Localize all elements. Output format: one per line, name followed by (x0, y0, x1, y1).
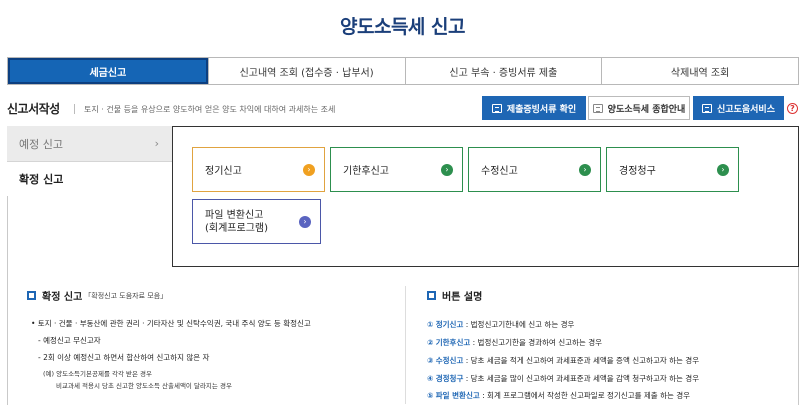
arrow-right-icon: › (717, 164, 729, 176)
chevron-right-icon: › (154, 137, 159, 150)
main-tabs: 세금신고 신고내역 조회 (접수증 · 납부서) 신고 부속 · 증빙서류 제출… (7, 57, 799, 85)
desc-num: ③ (427, 356, 434, 365)
help-materials-link[interactable]: 「확정신고 도움자료 모음」 (84, 291, 167, 301)
desc-text: : 당초 세금을 많이 신고하여 과세표준과 세액을 감액 청구하고자 하는 경… (463, 374, 700, 383)
bullet-square-icon (427, 291, 436, 300)
desc-num: ① (427, 320, 434, 329)
help-service-label: 신고도움서비스 (717, 104, 775, 115)
page-title: 양도소득세 신고 (340, 16, 465, 38)
button-desc-item: ④ 경정청구 : 당초 세금을 많이 신고하여 과세표준과 세액을 감액 청구하… (427, 373, 699, 384)
guide-label: 양도소득세 종합안내 (607, 104, 686, 115)
button-desc-item: ② 기한후신고 : 법정신고기한을 경과하여 신고하는 경우 (427, 337, 602, 348)
arrow-right-icon: › (303, 164, 315, 176)
desc-text: : 회계 프로그램에서 작성한 신고파일로 정기신고를 제출 하는 경우 (479, 391, 691, 400)
desc-term: 기한후신고 (435, 338, 471, 347)
side-menu: 예정 신고 › 확정 신고 (7, 126, 173, 196)
side-item-scheduled-filing[interactable]: 예정 신고 › (7, 126, 173, 162)
arrow-right-icon: › (299, 216, 311, 228)
desc-num: ② (427, 338, 434, 347)
tab-deleted-history[interactable]: 삭제내역 조회 (601, 58, 798, 84)
section-title: 신고서작성 (7, 102, 60, 116)
arrow-right-icon: › (579, 164, 591, 176)
desc-text: : 법정신고기한을 경과하여 신고하는 경우 (470, 338, 602, 347)
button-desc-item: ① 정기신고 : 법정신고기한내에 신고 하는 경우 (427, 319, 574, 330)
tab-filing-history[interactable]: 신고내역 조회 (접수증 · 납부서) (207, 58, 405, 84)
info-divider (405, 286, 406, 404)
guide-button[interactable]: 양도소득세 종합안내 (588, 96, 690, 120)
side-item-final-filing[interactable]: 확정 신고 (7, 162, 173, 196)
button-label: 경정청구 (619, 166, 656, 177)
desc-text: : 법정신고기한내에 신고 하는 경우 (463, 320, 575, 329)
regular-filing-button[interactable]: 정기신고 › (192, 147, 325, 192)
button-desc-item: ③ 수정신고 : 당초 세금을 적게 신고하여 과세표준과 세액을 증액 신고하… (427, 355, 699, 366)
bullet-square-icon (27, 291, 36, 300)
desc-text: : 당초 세금을 적게 신고하여 과세표준과 세액을 증액 신고하고자 하는 경… (463, 356, 700, 365)
desc-num: ④ (427, 374, 434, 383)
button-label: 파일 변환신고 (회계프로그램) (205, 209, 268, 235)
desc-term: 정기신고 (435, 320, 464, 329)
list-item: 비교과세 적용시 당초 신고한 양도소득 산출세액이 달라지는 경우 (56, 382, 232, 390)
final-filing-title: 확정 신고 「확정신고 도움자료 모음」 (27, 288, 167, 303)
info-area: 확정 신고 「확정신고 도움자료 모음」 • 토지 · 건물 · 부동산에 관한… (8, 268, 798, 405)
help-service-button[interactable]: 신고도움서비스 (693, 96, 784, 120)
tab-tax-filing[interactable]: 세금신고 (8, 58, 208, 84)
list-item: - 2회 이상 예정신고 하면서 합산하여 신고하지 않은 자 (38, 353, 210, 362)
filing-type-panel: 정기신고 › 기한후신고 › 수정신고 › 경정청구 › 파일 변환신고 (회계… (172, 126, 799, 267)
proof-docs-label: 제출증빙서류 확인 (506, 104, 577, 115)
desc-num: ⑤ (427, 391, 434, 400)
document-icon (491, 103, 502, 113)
list-item: (예) 양도소득기본공제를 각각 받은 경우 (43, 370, 153, 378)
button-label: 수정신고 (481, 166, 518, 177)
correction-claim-button[interactable]: 경정청구 › (606, 147, 739, 192)
side-item-label: 예정 신고 (19, 137, 63, 151)
button-label-line2: (회계프로그램) (205, 222, 269, 234)
desc-term: 경정청구 (435, 374, 464, 383)
section-divider (74, 104, 75, 114)
list-item: • 토지 · 건물 · 부동산에 관한 권리 · 기타자산 및 신탁수익권, 국… (31, 319, 311, 328)
button-guide-title-text: 버튼 설명 (442, 292, 483, 303)
proof-docs-button[interactable]: 제출증빙서류 확인 (482, 96, 586, 120)
desc-term: 수정신고 (435, 356, 464, 365)
help-icon[interactable]: ? (787, 103, 798, 114)
section-description: 토지 · 건물 등을 유상으로 양도하여 얻은 양도 차익에 대하여 과세하는 … (84, 105, 336, 114)
tab-attachment-submit[interactable]: 신고 부속 · 증빙서류 제출 (404, 58, 602, 84)
button-label: 정기신고 (205, 166, 242, 177)
arrow-right-icon: › (441, 164, 453, 176)
button-guide-title: 버튼 설명 (427, 288, 482, 303)
amended-filing-button[interactable]: 수정신고 › (468, 147, 601, 192)
final-filing-title-text: 확정 신고 (42, 292, 83, 303)
button-desc-item: ⑤ 파일 변환신고 : 회계 프로그램에서 작성한 신고파일로 정기신고를 제출… (427, 390, 690, 401)
button-label: 기한후신고 (343, 166, 389, 177)
side-item-label: 확정 신고 (19, 173, 64, 186)
list-item: - 예정신고 무신고자 (38, 336, 101, 345)
file-conversion-filing-button[interactable]: 파일 변환신고 (회계프로그램) › (192, 199, 321, 244)
checklist-icon (592, 103, 603, 113)
desc-term: 파일 변환신고 (435, 391, 480, 400)
late-filing-button[interactable]: 기한후신고 › (330, 147, 463, 192)
button-label-line1: 파일 변환신고 (205, 209, 264, 221)
document-icon (702, 103, 713, 113)
